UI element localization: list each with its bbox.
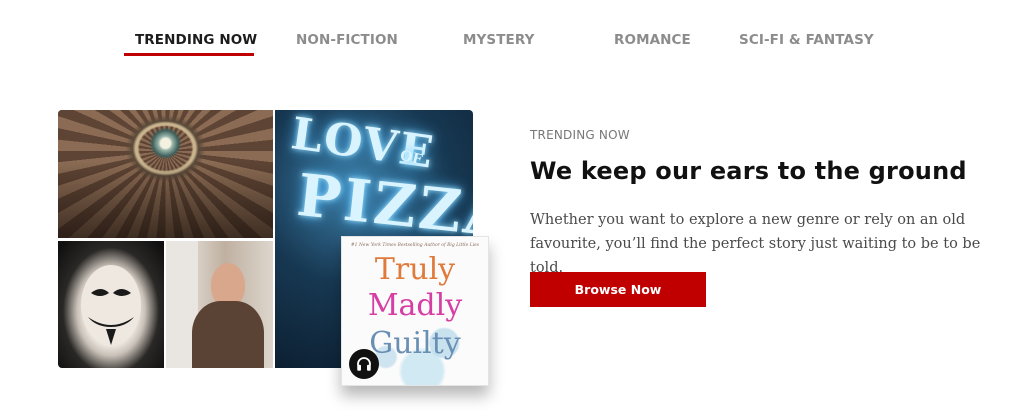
tab-non-fiction[interactable]: NON-FICTION <box>296 32 398 48</box>
guy-fawkes-mask-photo <box>58 241 164 368</box>
headphones-icon <box>357 357 371 371</box>
tab-mystery[interactable]: MYSTERY <box>463 32 535 48</box>
section-description: Whether you want to explore a new genre … <box>530 212 981 276</box>
tab-trending-now[interactable]: TRENDING NOW <box>135 32 257 48</box>
tab-sci-fi-fantasy[interactable]: SCI-FI & FANTASY <box>739 32 874 48</box>
woman-portrait-photo <box>166 241 273 368</box>
book-title-line-2: Madly <box>367 288 463 323</box>
section-eyebrow: TRENDING NOW <box>530 128 630 142</box>
tab-romance[interactable]: ROMANCE <box>614 32 691 48</box>
audiobook-badge[interactable] <box>349 349 379 379</box>
featured-book-cover[interactable]: #1 New York Times Bestselling Author of … <box>341 236 489 386</box>
section-heading: We keep our ears to the ground <box>530 157 967 185</box>
mask-face-icon <box>81 265 141 345</box>
active-tab-indicator <box>124 53 254 56</box>
browse-now-button[interactable]: Browse Now <box>530 272 706 307</box>
genre-tabs: TRENDING NOW NON-FICTION MYSTERY ROMANCE… <box>0 0 1024 60</box>
book-title-line-1: Truly <box>374 252 456 287</box>
dome-photo <box>58 110 273 238</box>
book-tagline: #1 New York Times Bestselling Author of … <box>350 243 480 248</box>
